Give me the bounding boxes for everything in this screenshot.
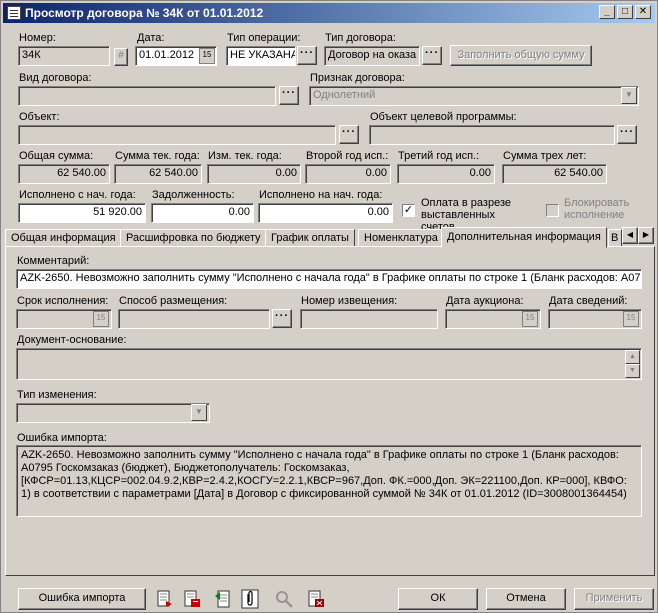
search-icon[interactable] — [273, 588, 295, 610]
placement-label: Способ размещения: — [119, 295, 228, 307]
tab-scroll-left-icon[interactable]: ◀ — [622, 227, 638, 244]
chevron-down-icon[interactable]: ▼ — [621, 87, 637, 104]
date-label: Дата: — [137, 32, 165, 44]
op-type-label: Тип операции: — [227, 32, 301, 44]
auction-label: Дата аукциона: — [446, 295, 524, 307]
total-sum-label: Общая сумма: — [19, 150, 94, 162]
placement-field[interactable] — [118, 309, 270, 329]
debt-field[interactable]: 0.00 — [151, 203, 254, 223]
change-label: Изм. тек. года: — [208, 150, 282, 162]
document-icon — [7, 6, 21, 20]
basis-label: Документ-основание: — [17, 334, 127, 346]
import-error-button[interactable]: Ошибка импорта — [18, 588, 146, 610]
minimize-button[interactable]: _ — [599, 5, 615, 19]
auction-calendar-icon[interactable]: 15 — [522, 311, 538, 327]
scroll-up-icon[interactable]: ▲ — [625, 350, 640, 364]
attachment-icon[interactable] — [239, 588, 261, 610]
calendar-icon[interactable]: 15 — [199, 48, 215, 64]
third-year-label: Третий год исп.: — [398, 150, 480, 162]
close-button[interactable]: ✕ — [635, 5, 651, 19]
info-date-calendar-icon[interactable]: 15 — [623, 311, 639, 327]
block-execution-label: Блокировать исполнение — [564, 197, 630, 221]
executed-label: Исполнено с нач. года: — [19, 189, 136, 201]
date-value: 01.01.2012 — [139, 49, 195, 61]
document-print-icon[interactable] — [181, 588, 203, 610]
second-year-field: 0.00 — [305, 164, 391, 184]
block-execution-checkbox[interactable] — [546, 204, 559, 217]
object-field[interactable] — [18, 125, 336, 145]
kind-select-button[interactable]: ··· — [279, 86, 299, 105]
op-type-field[interactable]: НЕ УКАЗАНА — [226, 46, 296, 66]
number-field[interactable]: 34К — [18, 46, 110, 66]
title-bar: Просмотр договора № 34К от 01.01.2012 _ … — [3, 3, 655, 23]
placement-select-button[interactable]: ··· — [272, 309, 292, 328]
maximize-button[interactable]: □ — [617, 5, 633, 19]
change-type-dropdown[interactable] — [16, 403, 210, 423]
tab-nomenclature[interactable]: Номенклатура — [358, 229, 444, 247]
total-sum-field: 62 540.00 — [18, 164, 110, 184]
import-error-label: Ошибка импорта: — [17, 432, 107, 444]
kind-label: Вид договора: — [19, 72, 92, 84]
document-forward-icon[interactable] — [154, 588, 176, 610]
cur-year-sum-field: 62 540.00 — [114, 164, 202, 184]
executed-start-label: Исполнено на нач. года: — [259, 189, 383, 201]
second-year-label: Второй год исп.: — [306, 150, 389, 162]
term-label: Срок исполнения: — [17, 295, 109, 307]
tab-budget-breakdown[interactable]: Расшифровка по бюджету — [120, 229, 267, 247]
sign-label: Признак договора: — [310, 72, 405, 84]
cur-year-sum-label: Сумма тек. года: — [115, 150, 200, 162]
tab-general-info[interactable]: Общая информация — [5, 229, 122, 247]
term-calendar-icon[interactable]: 15 — [93, 311, 109, 327]
kind-field[interactable] — [18, 86, 276, 106]
pay-by-invoices-checkbox[interactable]: ✓ — [402, 204, 415, 217]
third-year-field: 0.00 — [397, 164, 495, 184]
change-type-label: Тип изменения: — [17, 389, 97, 401]
change-field: 0.00 — [207, 164, 301, 184]
change-type-chevron-down-icon[interactable]: ▼ — [191, 404, 207, 421]
notice-label: Номер извещения: — [301, 295, 398, 307]
contract-view-window: Просмотр договора № 34К от 01.01.2012 _ … — [0, 0, 658, 613]
comment-field[interactable]: AZK-2650. Невозможно заполнить сумму "Ис… — [16, 269, 642, 289]
info-date-label: Дата сведений: — [549, 295, 628, 307]
contract-type-label: Тип договора: — [325, 32, 396, 44]
window-title: Просмотр договора № 34К от 01.01.2012 — [25, 6, 264, 20]
scroll-down-icon[interactable]: ▼ — [625, 364, 640, 378]
contract-type-field[interactable]: Договор на оказа — [324, 46, 420, 66]
three-years-field: 62 540.00 — [502, 164, 607, 184]
target-object-field[interactable] — [369, 125, 615, 145]
object-label: Объект: — [19, 111, 60, 123]
target-object-select-button[interactable]: ··· — [617, 125, 637, 144]
number-label: Номер: — [19, 32, 56, 44]
op-type-select-button[interactable]: ··· — [297, 46, 317, 65]
debt-label: Задолженность: — [152, 189, 235, 201]
import-error-memo: AZK-2650. Невозможно заполнить сумму "Ис… — [16, 445, 642, 517]
tab-payment-schedule[interactable]: График оплаты — [265, 229, 355, 247]
executed-field[interactable]: 51 920.00 — [18, 203, 146, 223]
target-object-label: Объект целевой программы: — [370, 111, 517, 123]
document-export-icon[interactable] — [212, 588, 234, 610]
object-select-button[interactable]: ··· — [339, 125, 359, 144]
sign-dropdown[interactable]: Однолетний — [309, 86, 639, 106]
cancel-button[interactable]: Отмена — [486, 588, 566, 610]
comment-label: Комментарий: — [17, 255, 90, 267]
document-delete-icon[interactable] — [305, 588, 327, 610]
apply-button[interactable]: Применить — [574, 588, 654, 610]
contract-type-select-button[interactable]: ··· — [422, 46, 442, 65]
three-years-label: Сумма трех лет: — [503, 150, 587, 162]
tab-next-partial[interactable]: В — [608, 229, 622, 247]
fill-total-sum-button[interactable]: Заполнить общую сумму — [450, 45, 592, 66]
basis-memo[interactable] — [16, 348, 642, 380]
executed-start-field[interactable]: 0.00 — [258, 203, 393, 223]
notice-field[interactable] — [300, 309, 438, 329]
hash-icon[interactable]: # — [114, 48, 128, 66]
ok-button[interactable]: ОК — [398, 588, 478, 610]
tab-scroll-right-icon[interactable]: ▶ — [638, 227, 654, 244]
tab-additional-info[interactable]: Дополнительная информация — [441, 227, 607, 248]
tab-strip: Общая информация Расшифровка по бюджету … — [5, 227, 655, 248]
